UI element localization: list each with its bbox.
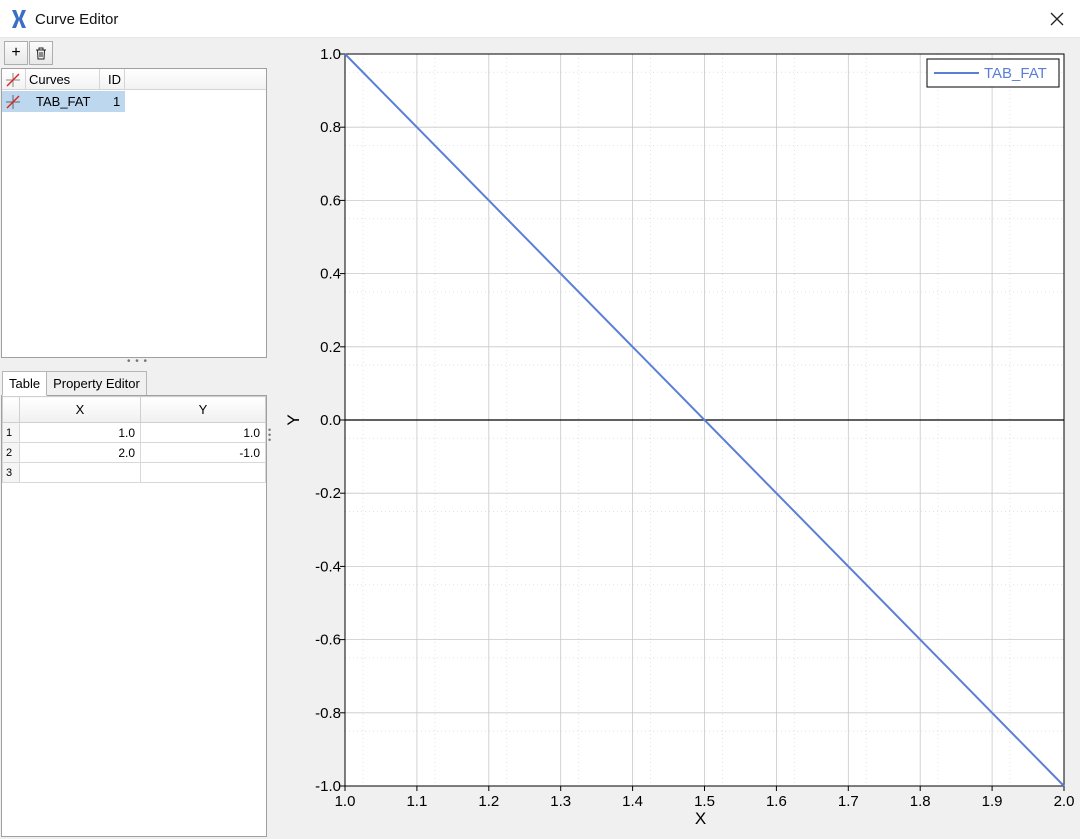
table-row: 2 2.0 -1.0: [2, 442, 266, 463]
x-tick-label: 1.7: [838, 793, 859, 810]
row-number[interactable]: 2: [2, 442, 20, 463]
y-cell[interactable]: 1.0: [140, 422, 266, 443]
curve-list-item[interactable]: TAB_FAT 1: [2, 91, 125, 112]
horizontal-splitter-handle[interactable]: • • •: [127, 356, 148, 367]
close-button[interactable]: [1034, 0, 1080, 38]
y-tick-label: 0.8: [320, 119, 341, 136]
y-column-header[interactable]: Y: [140, 396, 266, 423]
x-tick-label: 1.4: [622, 793, 643, 810]
x-column-header[interactable]: X: [19, 396, 141, 423]
trash-icon: [36, 47, 46, 59]
curve-column-icon-header: [2, 69, 26, 90]
row-number[interactable]: 1: [2, 422, 20, 443]
y-cell[interactable]: -1.0: [140, 442, 266, 463]
row-header-corner[interactable]: [2, 396, 20, 423]
add-curve-button[interactable]: +: [4, 41, 28, 65]
x-tick-label: 1.8: [910, 793, 931, 810]
plus-icon: +: [11, 44, 21, 61]
y-axis-label: Y: [284, 414, 303, 425]
x-tick-label: 1.5: [694, 793, 715, 810]
y-tick-label: -0.4: [315, 558, 341, 575]
curves-list-panel: Curves ID TAB_FAT 1: [1, 68, 267, 358]
curve-id: 1: [113, 94, 121, 109]
curves-list-header: Curves ID: [2, 69, 266, 90]
curve-editor-logo-icon: [12, 10, 26, 28]
close-icon: [1050, 12, 1064, 26]
x-cell[interactable]: 1.0: [19, 422, 141, 443]
id-column-header[interactable]: ID: [100, 69, 125, 90]
window-title: Curve Editor: [35, 11, 119, 28]
y-tick-label: 0.4: [320, 266, 341, 283]
x-tick-label: 1.1: [406, 793, 427, 810]
xy-data-table: X Y 1 1.0 1.0 2 2.0 -1.0 3: [2, 396, 266, 483]
x-axis-label: X: [695, 809, 706, 828]
curve-name: TAB_FAT: [36, 94, 91, 109]
y-tick-label: 0.0: [320, 412, 341, 429]
curve-icon: [6, 73, 20, 87]
x-tick-label: 1.6: [766, 793, 787, 810]
y-tick-label: 0.6: [320, 192, 341, 209]
editor-body: + Curves ID TAB_FAT 1 • • • Table Proper…: [0, 38, 1080, 839]
y-tick-label: -1.0: [315, 778, 341, 795]
bottom-tabs: Table Property Editor: [2, 371, 147, 396]
y-tick-label: 0.2: [320, 339, 341, 356]
title-bar: Curve Editor: [0, 0, 1080, 38]
table-row: 3: [2, 462, 266, 483]
x-tick-label: 1.3: [550, 793, 571, 810]
curve-icon: [6, 95, 20, 109]
y-tick-label: 1.0: [320, 46, 341, 63]
tab-property-editor[interactable]: Property Editor: [46, 371, 147, 396]
curves-toolbar: +: [4, 41, 53, 65]
x-tick-label: 2.0: [1054, 793, 1075, 810]
x-cell[interactable]: [19, 462, 141, 483]
y-tick-label: -0.2: [315, 485, 341, 502]
x-tick-label: 1.0: [335, 793, 356, 810]
x-cell[interactable]: 2.0: [19, 442, 141, 463]
y-tick-label: -0.8: [315, 705, 341, 722]
plot-area[interactable]: 1.0 1.1 1.2 1.3 1.4 1.5 1.6 1.7 1.8 1.9 2.0 1.0 0.8 0…: [272, 38, 1080, 839]
tab-table[interactable]: Table: [2, 371, 48, 396]
y-tick-label: -0.6: [315, 632, 341, 649]
row-number[interactable]: 3: [2, 462, 20, 483]
delete-curve-button[interactable]: [29, 41, 53, 65]
y-cell[interactable]: [140, 462, 266, 483]
curve-chart[interactable]: 1.0 1.1 1.2 1.3 1.4 1.5 1.6 1.7 1.8 1.9 2.0 1.0 0.8 0…: [272, 38, 1080, 839]
x-tick-label: 1.9: [982, 793, 1003, 810]
legend-label: TAB_FAT: [984, 65, 1047, 82]
xy-data-table-panel: X Y 1 1.0 1.0 2 2.0 -1.0 3: [1, 395, 267, 837]
table-row: 1 1.0 1.0: [2, 422, 266, 443]
curves-column-header[interactable]: Curves: [26, 69, 100, 90]
x-tick-label: 1.2: [478, 793, 499, 810]
